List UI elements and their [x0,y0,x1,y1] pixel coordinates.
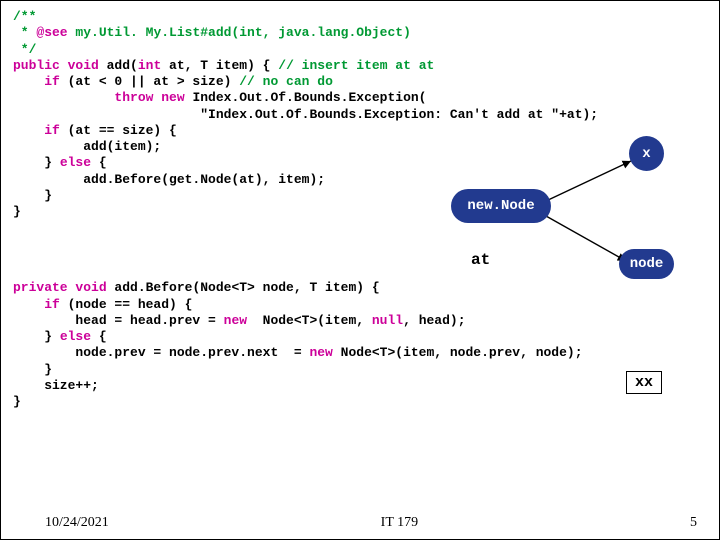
comment: my.Util. My.List#add(int, java.lang.Obje… [68,25,411,40]
code: , head); [403,313,465,328]
keyword: null [372,313,403,328]
comment: // insert item at at [278,58,434,73]
keyword: throw new [13,90,185,105]
code: } [13,204,21,219]
code: } [13,155,60,170]
code: (node == head) { [60,297,193,312]
comment: /** [13,9,36,24]
code: add.Before(get.Node(at), item); [13,172,325,187]
comment: */ [13,42,36,57]
code: (at < 0 || at > size) [60,74,239,89]
keyword: int [138,58,161,73]
code: size++; [13,378,99,393]
code: Node<T>(item, node.prev, node); [333,345,583,360]
footer-course: IT 179 [381,515,418,531]
comment: * [13,25,36,40]
slide-footer: 10/24/2021 IT 179 5 [1,515,719,531]
keyword: private void [13,280,107,295]
code: } [13,329,60,344]
node-newnode: new.Node [451,189,551,223]
keyword: if [13,297,60,312]
code-block-2: private void add.Before(Node<T> node, T … [1,220,719,410]
code: } [13,362,52,377]
footer-date: 10/24/2021 [45,515,109,531]
code: { [91,329,107,344]
code: add( [99,58,138,73]
keyword: else [60,155,91,170]
keyword: @see [36,25,67,40]
keyword: public void [13,58,99,73]
comment: // no can do [239,74,333,89]
node-x: x [629,136,664,171]
code: { [91,155,107,170]
keyword: new [224,313,247,328]
code: (at == size) { [60,123,177,138]
code: node.prev = node.prev.next = [13,345,309,360]
code: at, T item) { [161,58,278,73]
keyword: else [60,329,91,344]
code: add(item); [13,139,161,154]
footer-page: 5 [690,515,697,531]
keyword: if [13,123,60,138]
keyword: new [309,345,332,360]
code: add.Before(Node<T> node, T item) { [107,280,380,295]
code: } [13,394,21,409]
code: } [13,188,52,203]
code: head = head.prev = [13,313,224,328]
code: Node<T>(item, [247,313,372,328]
keyword: if [13,74,60,89]
